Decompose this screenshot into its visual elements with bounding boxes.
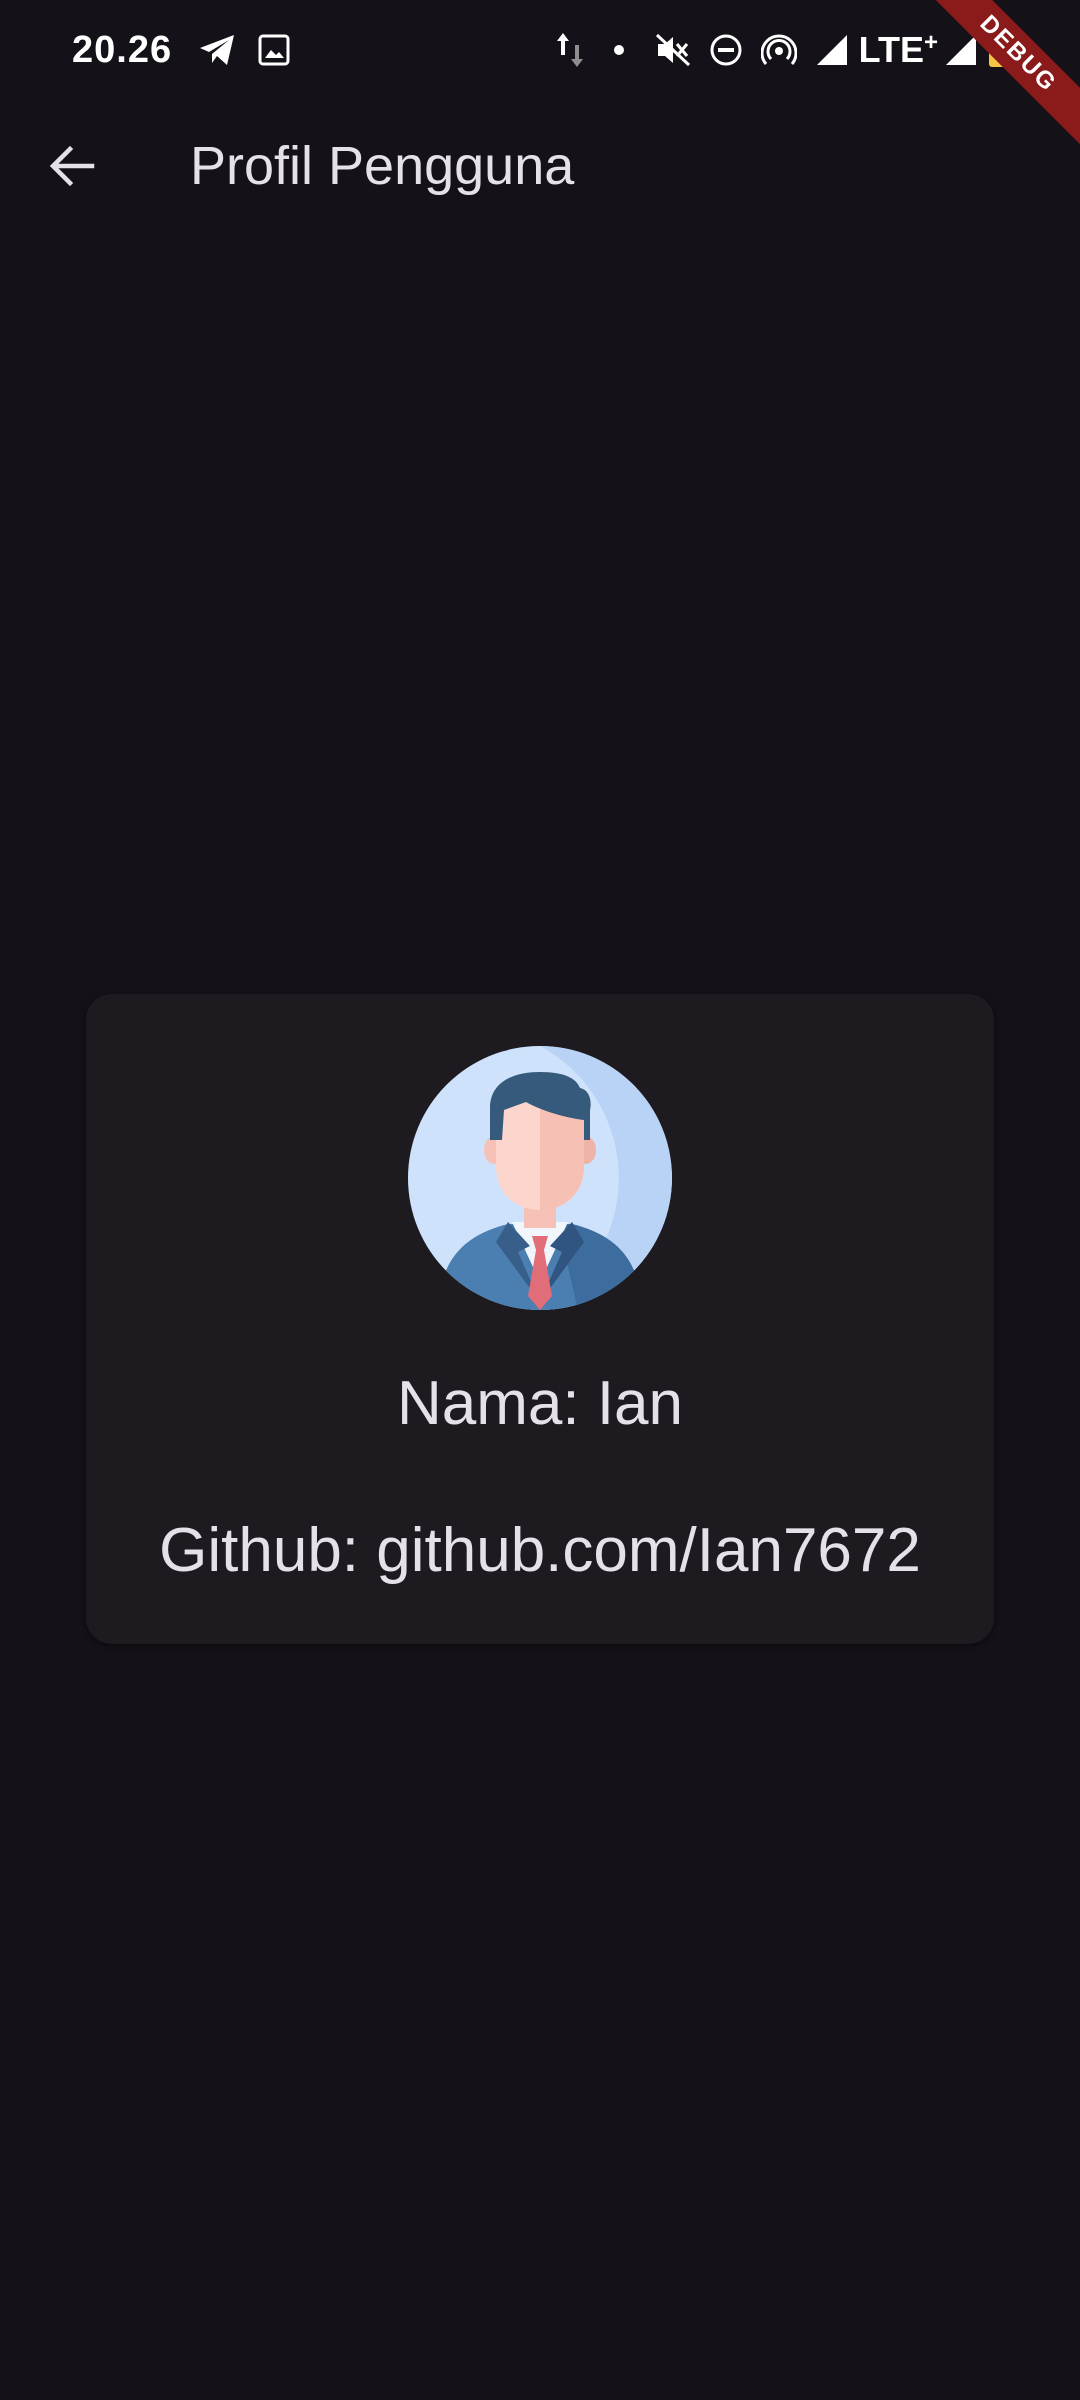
network-label: LTE (858, 29, 924, 70)
profile-screen: 20.26 LTE+ DEBUG Profil Pengguna Nama: I… (0, 0, 1080, 2400)
data-transfer-icon (555, 31, 585, 69)
back-button[interactable] (24, 118, 120, 214)
status-time: 20.26 (72, 28, 173, 71)
businessman-avatar-icon (408, 1046, 672, 1310)
status-bar: 20.26 LTE+ (0, 0, 1080, 100)
profile-github: Github: github.com/Ian7672 (159, 1516, 921, 1585)
profile-card: Nama: Ian Github: github.com/Ian7672 (86, 994, 994, 1644)
hotspot-icon (760, 33, 797, 67)
app-bar: Profil Pengguna (0, 100, 1080, 232)
dnd-icon (709, 33, 743, 67)
status-left: 20.26 (72, 29, 290, 72)
profile-name: Nama: Ian (396, 1369, 684, 1438)
telegram-icon (198, 33, 236, 67)
mute-icon (655, 33, 691, 67)
page-title: Profil Pengguna (190, 136, 575, 196)
arrow-left-icon (49, 145, 95, 187)
gallery-icon (258, 34, 290, 66)
dot-icon (613, 44, 625, 56)
signal-icon (815, 33, 849, 67)
